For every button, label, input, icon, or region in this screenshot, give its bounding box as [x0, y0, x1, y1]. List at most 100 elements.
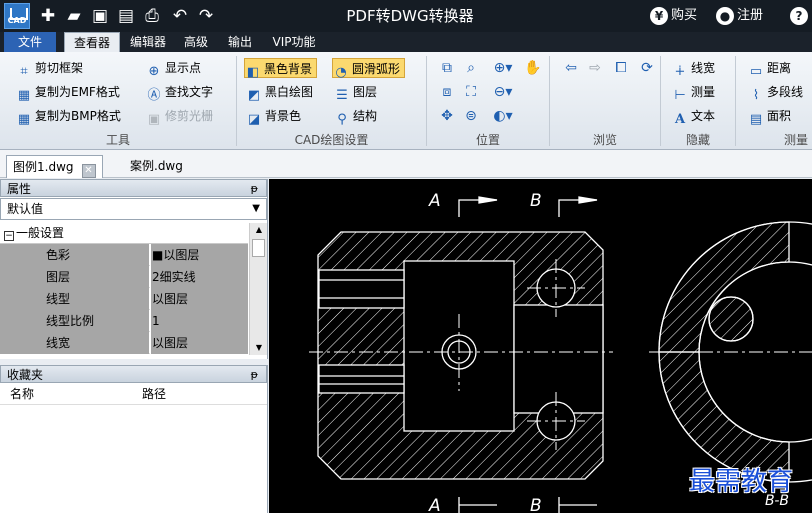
- property-row[interactable]: 色彩 ■以图层: [0, 244, 248, 266]
- property-value[interactable]: 以图层: [150, 332, 248, 354]
- distance-icon: ▭: [749, 64, 763, 79]
- fit-window-icon[interactable]: ⛶: [460, 82, 482, 102]
- copy-bmp-button[interactable]: ▦ 复制为BMP格式: [16, 106, 121, 127]
- redo-icon[interactable]: ↷: [196, 6, 216, 26]
- distance-button[interactable]: ▭ 距离: [748, 58, 791, 79]
- zoom-out-icon[interactable]: ⊖▾: [488, 82, 518, 102]
- trim-raster-button[interactable]: ▣ 修剪光栅: [146, 106, 214, 127]
- scroll-up-icon[interactable]: ▲: [250, 223, 268, 237]
- property-key: 线型比例: [0, 310, 149, 332]
- tab-file[interactable]: 文件: [4, 32, 56, 52]
- scroll-thumb[interactable]: [252, 239, 265, 257]
- properties-title: 属性: [7, 182, 32, 196]
- property-row[interactable]: 线宽 以图层: [0, 332, 248, 354]
- zoom-extents-icon[interactable]: ⧈: [436, 82, 458, 102]
- property-grid: − 一般设置 色彩 ■以图层 图层 2细实线 线型 以图层 线型比例 1 线宽 以图层: [0, 223, 248, 354]
- area-label: 面积: [767, 109, 792, 123]
- property-key: 线宽: [0, 332, 149, 354]
- smooth-arcs-button[interactable]: ◔ 圆滑弧形: [332, 58, 406, 80]
- fit-extents-icon[interactable]: ⧉: [436, 58, 458, 78]
- tab-vip[interactable]: VIP功能: [264, 32, 324, 52]
- arrow-right-icon[interactable]: ⇨: [584, 58, 606, 78]
- pan-hand-icon[interactable]: ✋: [522, 58, 544, 78]
- tab-editor[interactable]: 编辑器: [124, 32, 172, 52]
- background-color-button[interactable]: ◪ 背景色: [246, 106, 301, 127]
- zoom-window-icon[interactable]: ⌕: [460, 58, 482, 78]
- save-as-pdf-icon[interactable]: ▤: [116, 6, 136, 26]
- properties-panel: 属性 ᵽ 默认值 ▼ − 一般设置 色彩 ■以图层 图层 2细实线 线型 以图层 线型比…: [0, 179, 268, 359]
- refresh-icon[interactable]: ⟳: [636, 58, 658, 78]
- trim-raster-icon: ▣: [147, 112, 161, 127]
- property-row[interactable]: 线型 以图层: [0, 288, 248, 310]
- black-background-button[interactable]: ◧ 黑色背景: [244, 58, 318, 80]
- new-file-icon[interactable]: ✚: [38, 6, 58, 26]
- tab-viewer[interactable]: 查看器: [64, 32, 120, 52]
- doc-tab[interactable]: 案例.dwg: [124, 155, 189, 178]
- watermark: 最需教育: [689, 467, 794, 497]
- polyline-button[interactable]: ⌇ 多段线: [748, 82, 803, 103]
- property-value[interactable]: 2细实线: [150, 266, 248, 288]
- black-white-icon: ◩: [247, 88, 261, 103]
- measure-icon: ⊢: [674, 88, 686, 103]
- doc-tab-label: 图例1.dwg: [13, 160, 74, 174]
- ribbon: ⌗ 剪切框架 ▦ 复制为EMF格式 ▦ 复制为BMP格式 ⊕ 显示点 Ⓐ 查找文字 ▣ 修剪…: [0, 52, 812, 150]
- open-folder-icon[interactable]: ▰: [64, 6, 84, 26]
- chevron-down-icon: ▼: [252, 203, 260, 214]
- orbit-icon[interactable]: ✥: [436, 106, 458, 126]
- export-icon[interactable]: ⧠: [610, 58, 632, 78]
- black-white-button[interactable]: ◩ 黑白绘图: [246, 82, 313, 103]
- properties-header: 属性 ᵽ: [0, 179, 267, 197]
- emf-icon: ▦: [17, 88, 31, 103]
- measure-button[interactable]: ⊢ 测量: [672, 82, 715, 103]
- section-general[interactable]: − 一般设置: [0, 223, 248, 244]
- scroll-down-icon[interactable]: ▼: [250, 341, 268, 355]
- close-icon[interactable]: ✕: [81, 164, 96, 178]
- show-points-button[interactable]: ⊕ 显示点: [146, 58, 201, 79]
- find-text-button[interactable]: Ⓐ 查找文字: [146, 82, 213, 103]
- arrow-left-icon[interactable]: ⇦: [560, 58, 582, 78]
- copy-emf-button[interactable]: ▦ 复制为EMF格式: [16, 82, 120, 103]
- column-path[interactable]: 路径: [142, 383, 166, 405]
- structure-button[interactable]: ⚲ 结构: [334, 106, 377, 127]
- bmp-icon: ▦: [17, 112, 31, 127]
- layers-button[interactable]: ☰ 图层: [334, 82, 377, 103]
- buy-label: 购买: [671, 8, 698, 23]
- section-label: 一般设置: [16, 226, 65, 240]
- property-row[interactable]: 线型比例 1: [0, 310, 248, 332]
- save-icon[interactable]: ▣: [90, 6, 110, 26]
- zoom-realtime-icon[interactable]: ⊜: [460, 106, 482, 126]
- property-key: 色彩: [0, 244, 149, 266]
- text-button[interactable]: A 文本: [672, 106, 715, 127]
- window-title: PDF转DWG转换器: [346, 7, 474, 25]
- lineweight-button[interactable]: ∔ 线宽: [672, 58, 715, 79]
- app-logo[interactable]: CAD: [4, 3, 30, 29]
- column-name[interactable]: 名称: [10, 383, 34, 405]
- favorites-header: 收藏夹 ᵽ: [0, 365, 267, 383]
- properties-scrollbar[interactable]: ▲ ▼: [249, 223, 267, 355]
- print-icon[interactable]: ⎙: [142, 6, 162, 26]
- pin-icon[interactable]: ᵽ: [251, 366, 258, 384]
- tab-output[interactable]: 输出: [220, 32, 260, 52]
- property-row[interactable]: 图层 2细实线: [0, 266, 248, 288]
- zoom-in-icon[interactable]: ⊕▾: [488, 58, 518, 78]
- help-icon: ?: [790, 7, 808, 25]
- undo-icon[interactable]: ↶: [170, 6, 190, 26]
- trim-raster-label: 修剪光栅: [165, 109, 214, 123]
- property-value[interactable]: 1: [150, 310, 248, 332]
- section-label-a-bottom: A: [428, 496, 441, 513]
- doc-tab-active[interactable]: 图例1.dwg ✕: [6, 155, 103, 178]
- help-button[interactable]: ?: [790, 7, 811, 25]
- property-value[interactable]: ■以图层: [150, 244, 248, 266]
- clip-frame-button[interactable]: ⌗ 剪切框架: [16, 58, 83, 79]
- pin-icon[interactable]: ᵽ: [251, 180, 258, 198]
- collapse-icon[interactable]: −: [4, 231, 14, 241]
- properties-dropdown[interactable]: 默认值 ▼: [0, 198, 267, 220]
- drawing-canvas[interactable]: A B A B B-B 最需教育: [269, 179, 812, 513]
- area-button[interactable]: ▤ 面积: [748, 106, 792, 127]
- tab-advanced[interactable]: 高级: [176, 32, 216, 52]
- register-button[interactable]: ● 注册: [716, 7, 763, 25]
- buy-button[interactable]: ¥ 购买: [650, 7, 697, 25]
- property-value[interactable]: 以图层: [150, 288, 248, 310]
- lower-slot: [318, 364, 405, 394]
- zoom-previous-icon[interactable]: ◐▾: [488, 106, 518, 126]
